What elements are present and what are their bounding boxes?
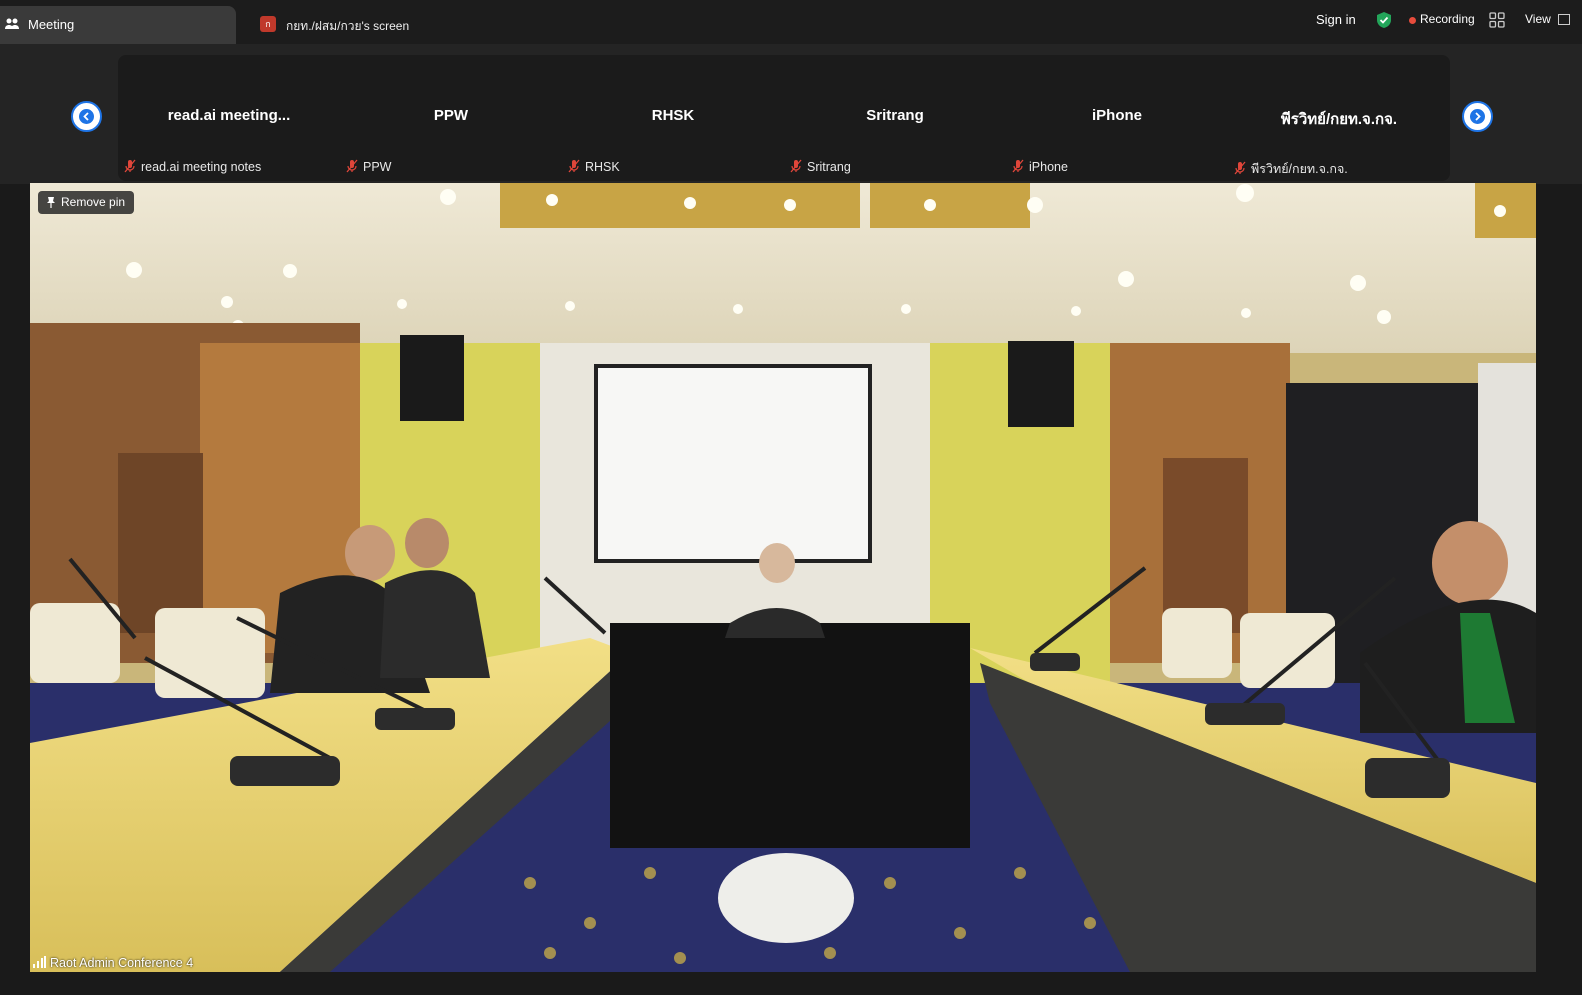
gallery-next-button[interactable] <box>1462 101 1493 132</box>
tab-meeting[interactable]: Meeting <box>0 6 236 44</box>
bottom-toolbar-edge <box>0 972 1582 995</box>
participant-name: RHSK <box>651 107 695 124</box>
title-bar: Meeting ก กยท./ฝสม/กวย's screen Sign in … <box>0 0 1582 44</box>
chevron-right-icon <box>1470 109 1485 124</box>
participant-name: iPhone <box>1091 107 1142 124</box>
participant-footer-name: PPW <box>363 160 392 174</box>
participant-name: Sritrang <box>866 107 924 124</box>
recording-dot-icon <box>1409 17 1416 24</box>
shield-check-icon[interactable] <box>1375 11 1393 29</box>
participant-footer-name: read.ai meeting notes <box>141 160 262 174</box>
sign-in-button[interactable]: Sign in <box>1316 12 1356 27</box>
gallery-strip: read.ai meeting... read.ai meeting notes… <box>118 55 1450 181</box>
mic-muted-icon <box>124 159 136 173</box>
participant-tile[interactable]: iPhone iPhone <box>1006 55 1228 181</box>
participant-tile[interactable]: PPW PPW <box>340 55 562 181</box>
remove-pin-label: Remove pin <box>61 195 126 209</box>
participant-footer: RHSK <box>568 159 620 174</box>
participant-name: read.ai meeting... <box>167 107 291 124</box>
mic-muted-icon <box>346 159 358 173</box>
recording-indicator[interactable]: Recording <box>1420 12 1475 26</box>
signal-strength-icon <box>33 956 46 968</box>
mic-muted-icon <box>1012 159 1024 173</box>
pinned-participant-name: Raot Admin Conference 4 <box>50 956 194 970</box>
tab-meeting-label: Meeting <box>28 17 75 32</box>
apps-grid-icon[interactable] <box>1489 12 1505 28</box>
sharer-avatar: ก <box>260 16 276 32</box>
pinned-participant-label: Raot Admin Conference 4 <box>32 956 193 970</box>
participant-footer-name: RHSK <box>585 160 620 174</box>
mic-muted-icon <box>1234 161 1246 175</box>
participant-name: พีรวิทย์/กยท.จ.กจ. <box>1280 111 1398 128</box>
participant-footer-name: iPhone <box>1029 160 1068 174</box>
gallery-prev-button[interactable] <box>71 101 102 132</box>
participants-icon <box>5 18 19 29</box>
participant-footer: พีรวิทย์/กยท.จ.กจ. <box>1234 159 1348 179</box>
participant-tile[interactable]: พีรวิทย์/กยท.จ.กจ. พีรวิทย์/กยท.จ.กจ. <box>1228 55 1450 181</box>
participant-tile[interactable]: RHSK RHSK <box>562 55 784 181</box>
participant-footer-name: Sritrang <box>807 160 851 174</box>
mic-muted-icon <box>790 159 802 173</box>
participant-footer: PPW <box>346 159 391 174</box>
chevron-left-icon <box>79 109 94 124</box>
tab-shared-screen-label: กยท./ฝสม/กวย's screen <box>286 19 410 33</box>
participant-footer-name: พีรวิทย์/กยท.จ.กจ. <box>1251 162 1348 176</box>
participant-name: PPW <box>433 107 469 124</box>
participant-footer: read.ai meeting notes <box>124 159 261 174</box>
mic-muted-icon <box>568 159 580 173</box>
participant-footer: iPhone <box>1012 159 1068 174</box>
view-layout-icon[interactable] <box>1558 14 1570 25</box>
remove-pin-button[interactable]: Remove pin <box>38 191 135 214</box>
pinned-video[interactable]: Remove pin Raot Admin Conference 4 <box>30 183 1536 972</box>
conference-room-video-frame <box>30 183 1536 972</box>
participant-tile[interactable]: read.ai meeting... read.ai meeting notes <box>118 55 340 181</box>
participant-tile[interactable]: Sritrang Sritrang <box>784 55 1006 181</box>
view-button[interactable]: View <box>1525 12 1551 26</box>
participant-footer: Sritrang <box>790 159 851 174</box>
pin-icon <box>47 197 55 208</box>
